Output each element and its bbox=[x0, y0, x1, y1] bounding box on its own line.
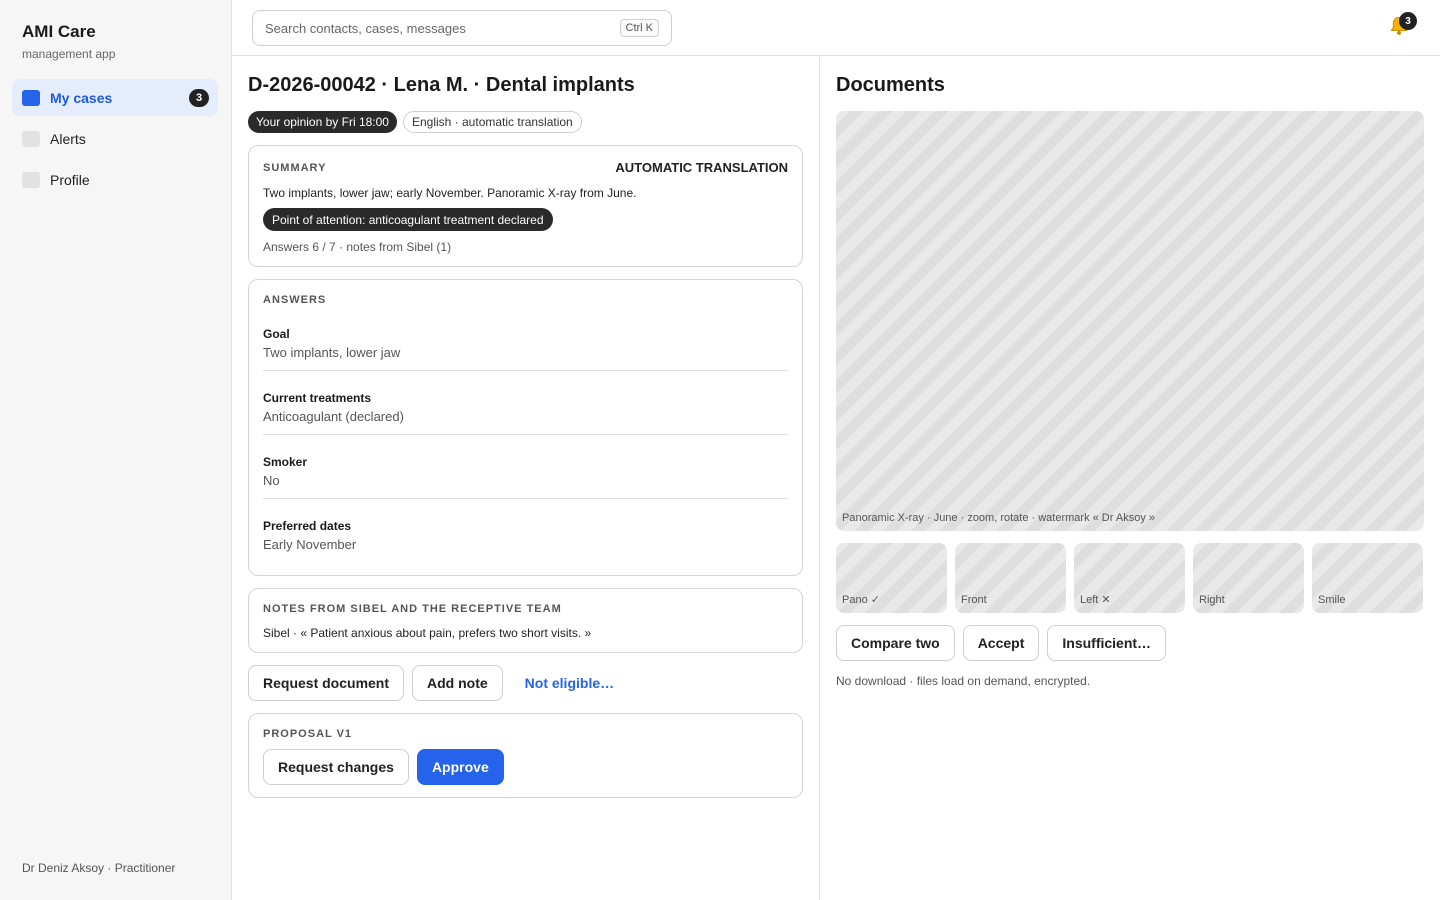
summary-card: SUMMARY AUTOMATIC TRANSLATION Two implan… bbox=[248, 145, 803, 267]
summary-meta: Answers 6 / 7 · notes from Sibel (1) bbox=[263, 240, 452, 254]
notes-text: Sibel · « Patient anxious about pain, pr… bbox=[263, 626, 592, 640]
proposal-actions: Request changes Approve bbox=[263, 749, 504, 785]
notes-card: NOTES FROM SIBEL AND THE RECEPTIVE TEAM … bbox=[248, 588, 803, 653]
document-thumbnails: Pano ✓ Front Left ✕ Right Smile bbox=[836, 543, 1423, 613]
attention-badge: Point of attention: anticoagulant treatm… bbox=[263, 208, 553, 231]
search-input[interactable]: Search contacts, cases, messages Ctrl K bbox=[252, 10, 672, 46]
thumbnail-front[interactable]: Front bbox=[955, 543, 1066, 613]
cases-icon bbox=[22, 89, 40, 106]
summary-text: Two implants, lower jaw; early November.… bbox=[263, 186, 637, 200]
automatic-translation-label: AUTOMATIC TRANSLATION bbox=[615, 160, 788, 175]
request-changes-button[interactable]: Request changes bbox=[263, 749, 409, 785]
case-chips: Your opinion by Fri 18:00 English · auto… bbox=[248, 111, 582, 133]
divider bbox=[263, 498, 788, 499]
answer-item: Current treatments Anticoagulant (declar… bbox=[263, 391, 788, 424]
sidebar-nav: My cases 3 Alerts Profile bbox=[12, 79, 218, 202]
answers-card: ANSWERS Goal Two implants, lower jaw Cur… bbox=[248, 279, 803, 576]
documents-panel: Documents Panoramic X-ray · June · zoom,… bbox=[820, 57, 1440, 900]
case-detail: D-2026-00042 · Lena M. · Dental implants… bbox=[232, 57, 820, 900]
answer-value: Early November bbox=[263, 537, 357, 552]
thumbnail-label: Smile bbox=[1318, 594, 1346, 606]
thumbnail-label: Left ✕ bbox=[1080, 594, 1111, 606]
compare-two-button[interactable]: Compare two bbox=[836, 625, 955, 661]
viewer-caption: Panoramic X-ray · June · zoom, rotate · … bbox=[842, 512, 1155, 524]
document-actions: Compare two Accept Insufficient… bbox=[836, 625, 1167, 661]
profile-icon bbox=[22, 171, 40, 188]
summary-label: SUMMARY bbox=[263, 162, 327, 174]
thumbnail-left[interactable]: Left ✕ bbox=[1074, 543, 1185, 613]
answer-value: Two implants, lower jaw bbox=[263, 345, 401, 360]
answer-item: Smoker No bbox=[263, 455, 788, 488]
request-document-button[interactable]: Request document bbox=[248, 665, 405, 701]
documents-note: No download · files load on demand, encr… bbox=[836, 674, 1091, 688]
thumbnail-right[interactable]: Right bbox=[1193, 543, 1304, 613]
thumbnail-label: Right bbox=[1199, 594, 1225, 606]
thumbnail-pano[interactable]: Pano ✓ bbox=[836, 543, 947, 613]
notification-count-badge: 3 bbox=[1399, 12, 1417, 30]
document-viewer[interactable]: Panoramic X-ray · June · zoom, rotate · … bbox=[836, 111, 1424, 531]
divider bbox=[263, 370, 788, 371]
cases-count-badge: 3 bbox=[189, 88, 209, 107]
search-shortcut-hint: Ctrl K bbox=[619, 19, 659, 37]
sidebar-item-label: My cases bbox=[50, 89, 113, 106]
brand: AMI Care management app bbox=[22, 22, 115, 61]
app-title: AMI Care bbox=[22, 22, 96, 41]
alerts-icon bbox=[22, 130, 40, 147]
answer-question: Smoker bbox=[263, 455, 308, 469]
documents-title: Documents bbox=[836, 74, 945, 96]
answer-item: Goal Two implants, lower jaw bbox=[263, 327, 788, 360]
answers-label: ANSWERS bbox=[263, 294, 327, 306]
current-user: Dr Deniz Aksoy · Practitioner bbox=[22, 861, 176, 875]
thumbnail-label: Front bbox=[961, 594, 987, 606]
answer-question: Goal bbox=[263, 327, 290, 341]
proposal-card: PROPOSAL V1 Request changes Approve bbox=[248, 713, 803, 798]
topbar: Search contacts, cases, messages Ctrl K … bbox=[232, 0, 1440, 56]
accept-button[interactable]: Accept bbox=[962, 625, 1040, 661]
sidebar-item-my-cases[interactable]: My cases 3 bbox=[12, 79, 218, 116]
proposal-label: PROPOSAL V1 bbox=[263, 728, 353, 740]
language-chip: English · automatic translation bbox=[402, 111, 582, 133]
thumbnail-label: Pano ✓ bbox=[842, 594, 880, 606]
sidebar-item-label: Profile bbox=[50, 171, 90, 188]
divider bbox=[263, 434, 788, 435]
deadline-chip: Your opinion by Fri 18:00 bbox=[248, 111, 397, 133]
sidebar-item-alerts[interactable]: Alerts bbox=[12, 120, 218, 157]
add-note-button[interactable]: Add note bbox=[412, 665, 503, 701]
sidebar-item-label: Alerts bbox=[50, 130, 86, 147]
sidebar-item-profile[interactable]: Profile bbox=[12, 161, 218, 198]
answer-item: Preferred dates Early November bbox=[263, 519, 788, 552]
insufficient-button[interactable]: Insufficient… bbox=[1047, 625, 1167, 661]
approve-button[interactable]: Approve bbox=[416, 749, 504, 785]
sidebar: AMI Care management app My cases 3 Alert… bbox=[0, 0, 232, 900]
thumbnail-smile[interactable]: Smile bbox=[1312, 543, 1423, 613]
answer-question: Preferred dates bbox=[263, 519, 352, 533]
answer-value: No bbox=[263, 473, 280, 488]
answer-value: Anticoagulant (declared) bbox=[263, 409, 404, 424]
not-eligible-button[interactable]: Not eligible… bbox=[511, 665, 628, 701]
search-placeholder: Search contacts, cases, messages bbox=[265, 20, 466, 36]
page-title: D-2026-00042 · Lena M. · Dental implants bbox=[248, 74, 635, 96]
app-subtitle: management app bbox=[22, 47, 116, 61]
notes-label: NOTES FROM SIBEL AND THE RECEPTIVE TEAM bbox=[263, 603, 562, 615]
case-actions: Request document Add note Not eligible… bbox=[248, 665, 628, 701]
answer-question: Current treatments bbox=[263, 391, 372, 405]
